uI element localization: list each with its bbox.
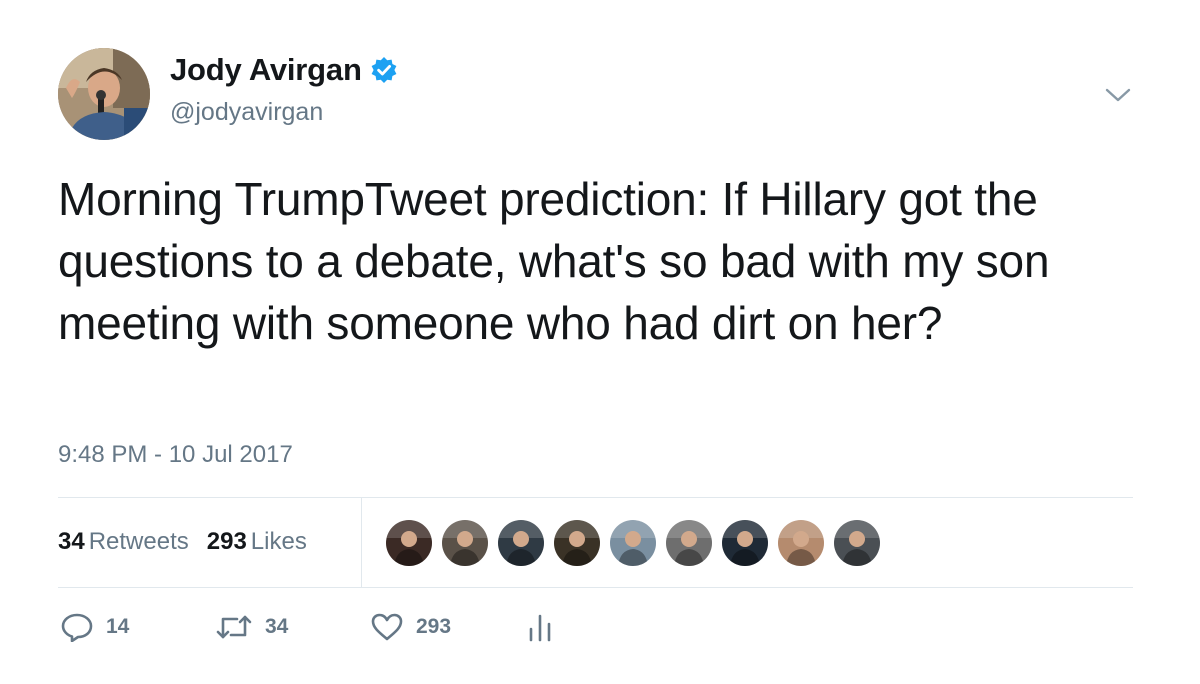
tweet-actions: 14 34 293: [60, 612, 555, 642]
likes-stat[interactable]: 293 Likes: [207, 528, 307, 556]
user-handle[interactable]: @jodyavirgan: [170, 98, 323, 127]
liker-avatar[interactable]: [666, 520, 712, 566]
tweet-card: Jody Avirgan @jodyavirgan Morning TrumpT…: [0, 0, 1200, 684]
liker-avatar[interactable]: [498, 520, 544, 566]
retweet-icon: [216, 615, 252, 639]
retweets-label: Retweets: [88, 528, 189, 555]
name-row: Jody Avirgan: [170, 52, 398, 88]
retweets-count: 34: [58, 528, 85, 555]
likers-avatar-list: [386, 520, 890, 566]
chevron-down-icon[interactable]: [1103, 84, 1133, 106]
avatar-photo-icon: [498, 520, 544, 566]
avatar-photo-icon: [722, 520, 768, 566]
reply-count: 14: [106, 615, 130, 638]
divider-top: [58, 497, 1133, 498]
retweet-count: 34: [265, 615, 289, 638]
avatar-photo-icon: [610, 520, 656, 566]
like-count: 293: [416, 615, 452, 638]
avatar-photo-icon: [442, 520, 488, 566]
like-button[interactable]: 293: [370, 612, 525, 642]
likes-label: Likes: [250, 528, 307, 555]
tweet-text: Morning TrumpTweet prediction: If Hillar…: [58, 173, 1050, 349]
liker-avatar[interactable]: [442, 520, 488, 566]
retweets-stat[interactable]: 34 Retweets: [58, 528, 189, 556]
analytics-button[interactable]: [525, 612, 555, 642]
profile-avatar[interactable]: [58, 48, 150, 140]
avatar-photo-icon: [666, 520, 712, 566]
display-name[interactable]: Jody Avirgan: [170, 52, 362, 88]
verified-badge-icon: [371, 57, 397, 83]
liker-avatar[interactable]: [386, 520, 432, 566]
avatar-photo-icon: [554, 520, 600, 566]
analytics-icon: [529, 614, 551, 642]
liker-avatar[interactable]: [778, 520, 824, 566]
like-icon: [371, 613, 403, 641]
liker-avatar[interactable]: [554, 520, 600, 566]
retweet-button[interactable]: 34: [215, 613, 370, 641]
avatar-photo-icon: [834, 520, 880, 566]
reply-button[interactable]: 14: [60, 612, 215, 642]
avatar-photo-icon: [778, 520, 824, 566]
likes-count: 293: [206, 528, 247, 555]
tweet-stats: 34 Retweets 293 Likes: [58, 528, 325, 556]
reply-icon: [61, 613, 93, 642]
liker-avatar[interactable]: [610, 520, 656, 566]
liker-avatar[interactable]: [834, 520, 880, 566]
liker-avatar[interactable]: [722, 520, 768, 566]
tweet-timestamp[interactable]: 9:48 PM - 10 Jul 2017: [58, 441, 293, 469]
avatar-photo-icon: [386, 520, 432, 566]
stats-divider: [361, 498, 362, 587]
divider-bottom: [58, 587, 1133, 588]
